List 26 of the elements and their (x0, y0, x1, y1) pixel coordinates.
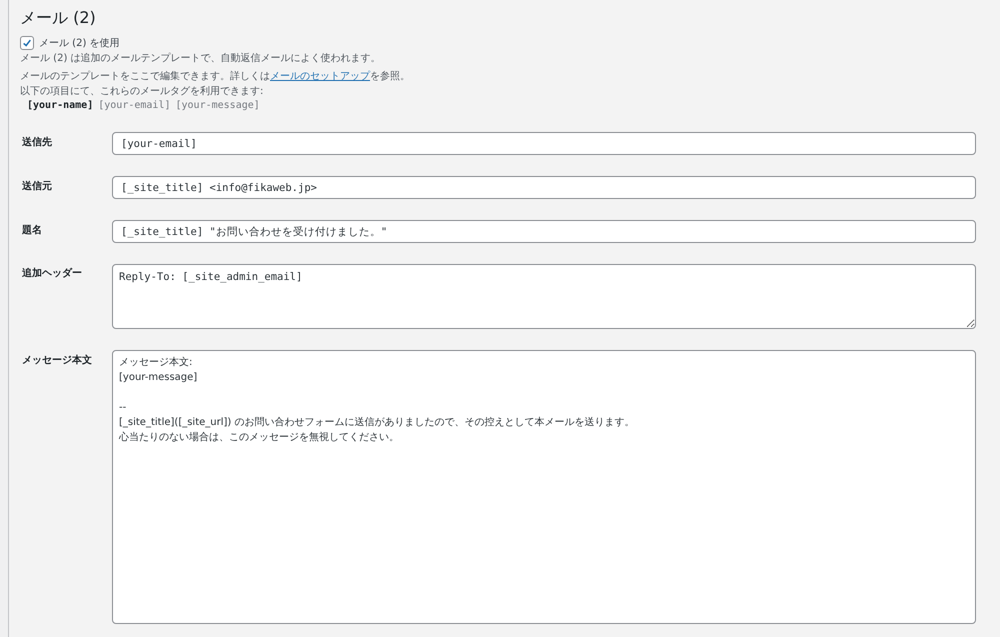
field-label: 題名 (21, 224, 43, 238)
text-line: 心当たりのない場合は、このメッセージを無視してください。 (119, 430, 400, 445)
checkbox-label: メール (2) を使用 (39, 37, 120, 50)
field-label: メッセージ本文 (21, 354, 93, 368)
text-line: [_site_title]([_site_url]) のお問い合わせフォームに送信がありましたので、その控えとして本メールを送ります。 (119, 416, 636, 430)
input-field[interactable]: [_site_title] <info@fikaweb.jp> (112, 176, 976, 199)
check-icon (22, 38, 32, 48)
mail-tag: [your-email] (98, 100, 170, 111)
field-label: 送信元 (21, 180, 53, 194)
description-text: メール (2) は追加のメールテンプレートで、自動返信メールによく使われます。 (20, 52, 382, 66)
input-field[interactable]: [_site_title] "お問い合わせを受け付けました。" (112, 220, 976, 243)
text-line: [your-message] (119, 371, 198, 385)
field-label: 追加ヘッダー (21, 266, 83, 281)
setup-link[interactable]: メールのセットアップ (270, 71, 370, 82)
text-line: -- (119, 401, 128, 415)
input-field[interactable]: [your-email] (112, 132, 976, 155)
use-checkbox[interactable] (20, 36, 34, 50)
tags-intro-text: 以下の項目にて、これらのメールタグを利用できます: (20, 84, 264, 99)
section-title: メール (2) (20, 8, 97, 29)
text-area[interactable]: メッセージ本文: [your-message] -- [_site_title]([_site_url]) のお問い合わせフォームに送信がありましたので、その控えとして本メールを送ります。 心当たりのない場合は、このメッセージを無視してください。 (112, 350, 976, 624)
field-label: 送信先 (21, 136, 53, 150)
mail-tag: [your-name] (27, 100, 94, 111)
text-area[interactable]: Reply-To: [_site_admin_email] (112, 264, 976, 329)
text-line: メッセージ本文: (119, 356, 194, 370)
mail-tag: [your-message] (175, 100, 260, 111)
help-text: メールのテンプレートをここで編集できます。詳しくはメールのセットアップを参照。 (20, 70, 411, 84)
